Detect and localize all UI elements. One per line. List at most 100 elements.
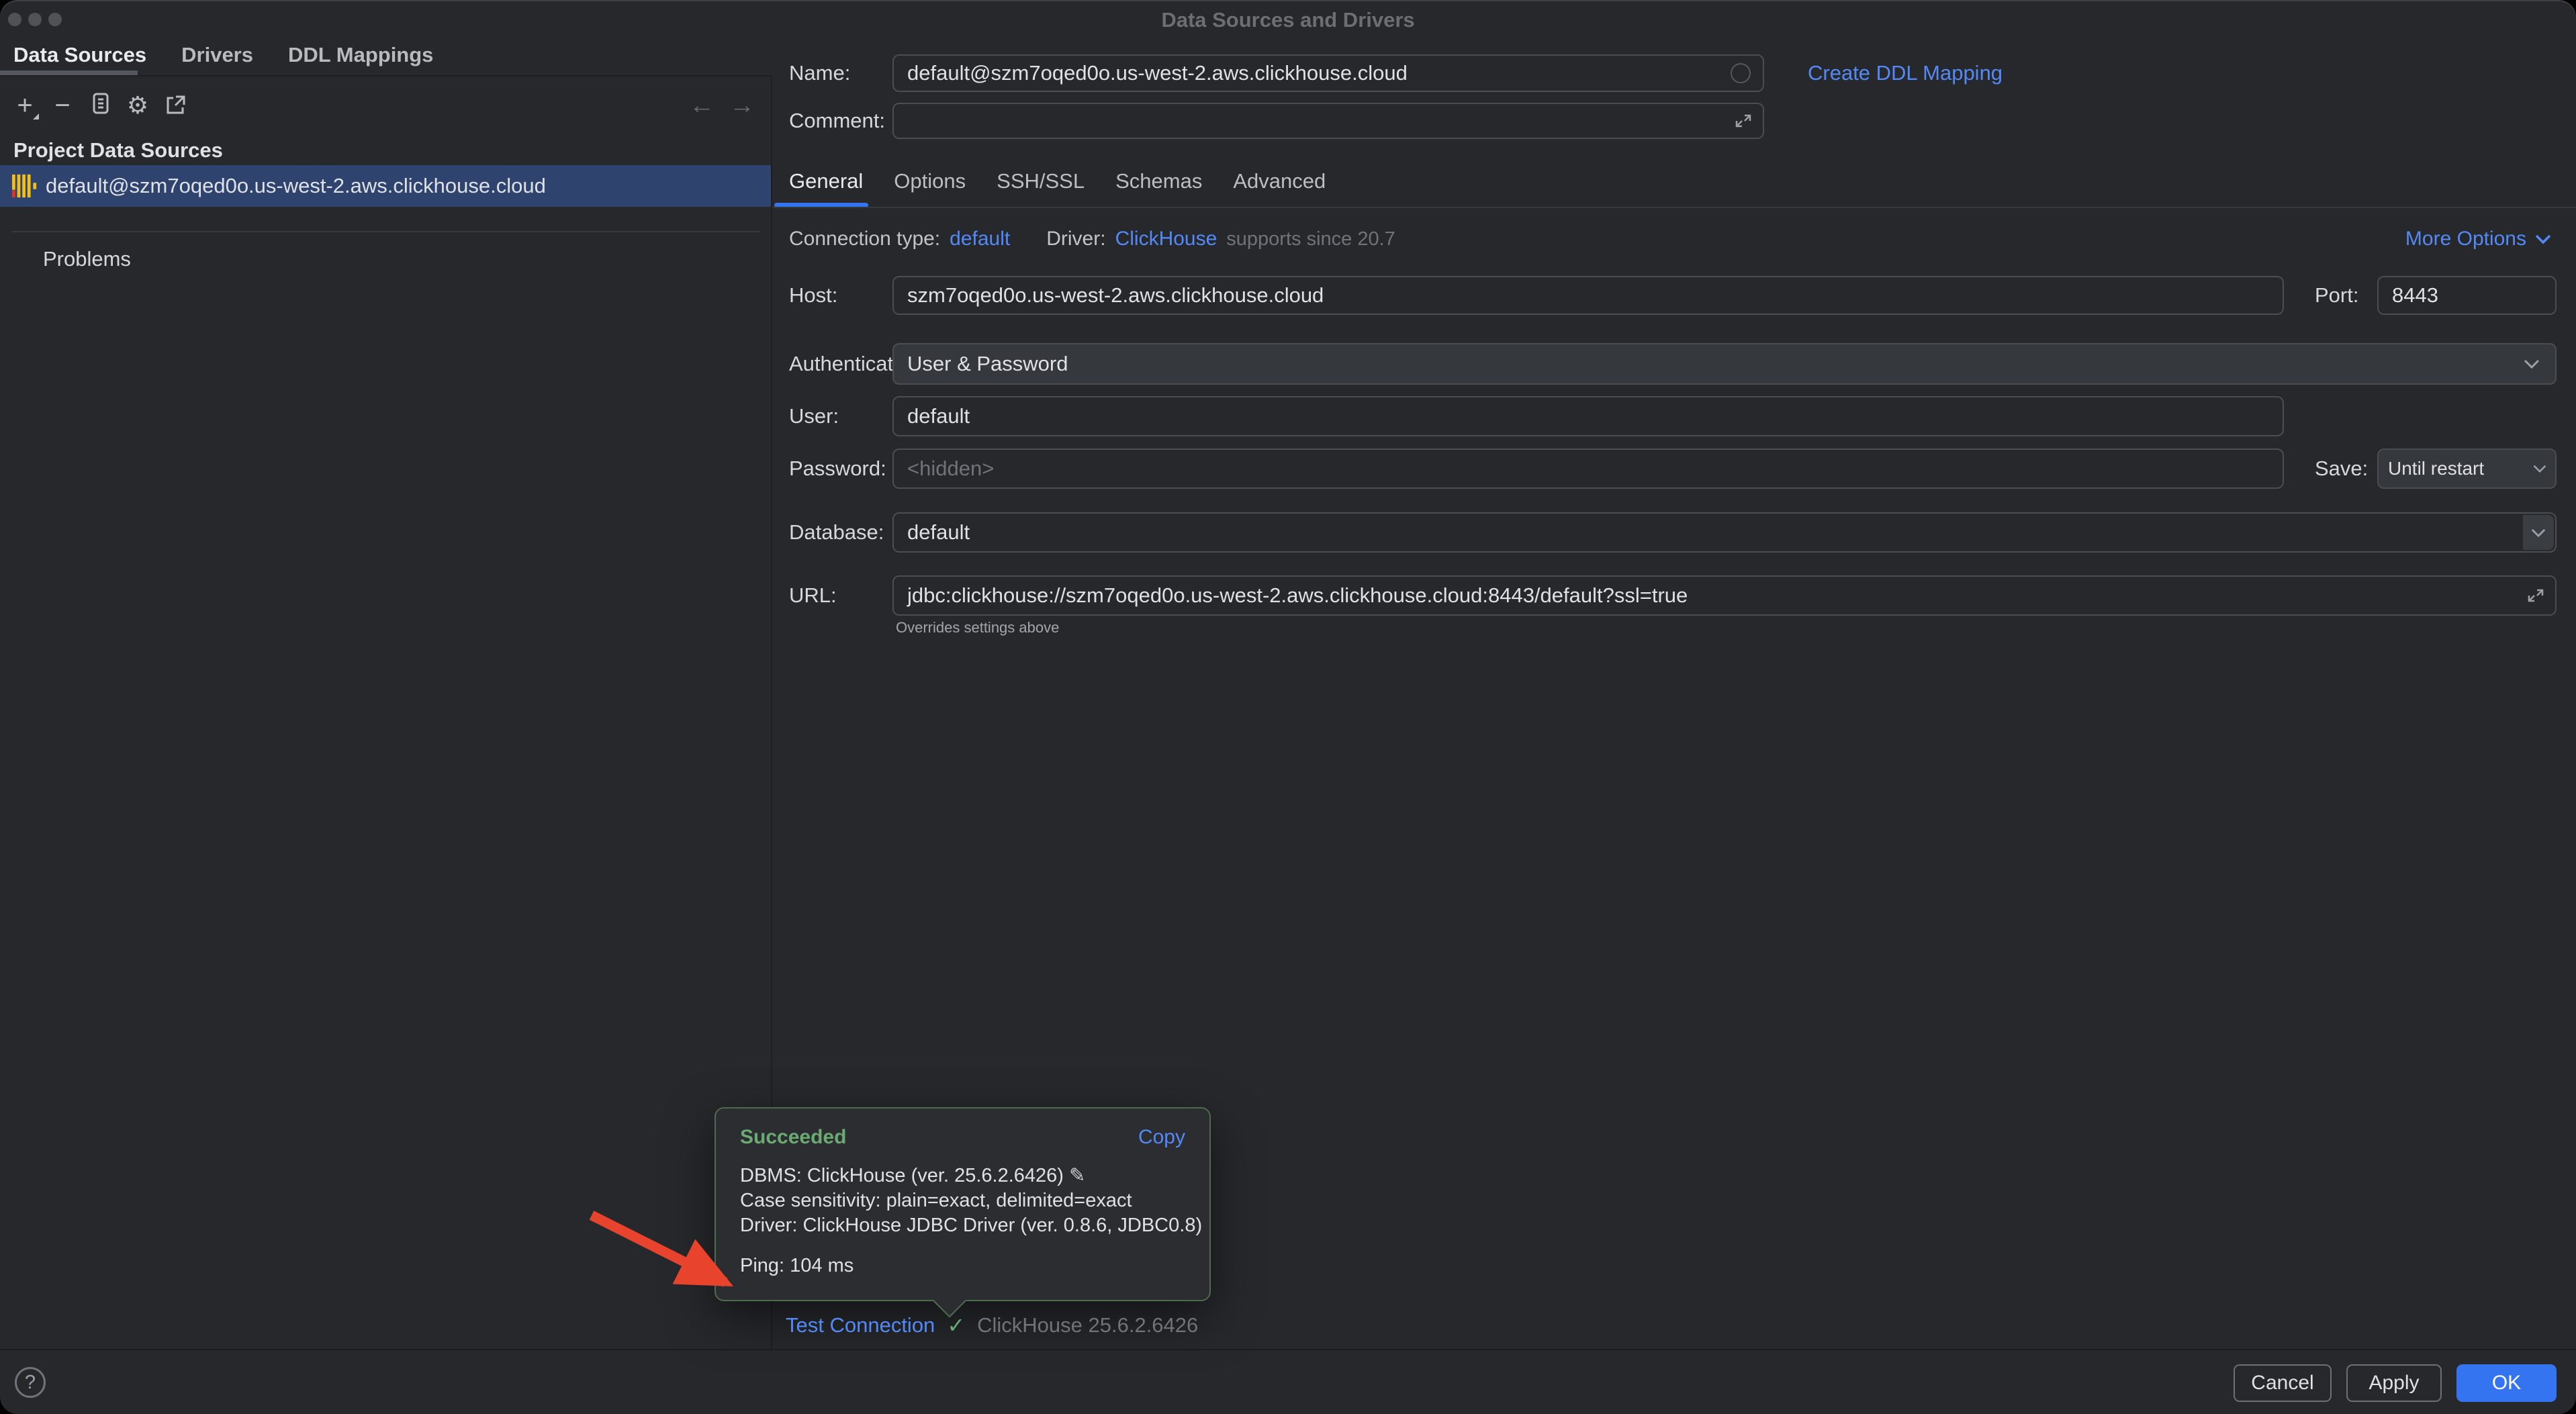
database-value: default bbox=[907, 520, 970, 545]
tab-advanced[interactable]: Advanced bbox=[1233, 169, 1326, 193]
dialog-title: Data Sources and Drivers bbox=[0, 8, 2576, 32]
authentication-value: User & Password bbox=[907, 352, 1068, 376]
left-toolbar: + − ⚙ bbox=[9, 90, 191, 121]
host-value: szm7oqed0o.us-west-2.aws.clickhouse.clou… bbox=[907, 283, 1324, 308]
database-label: Database: bbox=[789, 512, 884, 553]
url-note: Overrides settings above bbox=[896, 619, 1059, 637]
case-sensitivity-line: Case sensitivity: plain=exact, delimited… bbox=[740, 1188, 1202, 1213]
help-icon: ? bbox=[25, 1372, 36, 1394]
tab-options[interactable]: Options bbox=[894, 169, 966, 193]
tab-data-sources[interactable]: Data Sources bbox=[13, 43, 146, 67]
check-icon: ✓ bbox=[947, 1313, 965, 1338]
cancel-button[interactable]: Cancel bbox=[2234, 1364, 2332, 1402]
problems-item[interactable]: Problems bbox=[43, 247, 131, 271]
connection-status: Succeeded bbox=[740, 1126, 846, 1149]
minus-icon: − bbox=[54, 91, 70, 121]
settings-tabs: General Options SSH/SSL Schemas Advanced bbox=[789, 169, 1326, 193]
name-value: default@szm7oqed0o.us-west-2.aws.clickho… bbox=[907, 61, 1408, 85]
tab-schemas[interactable]: Schemas bbox=[1115, 169, 1202, 193]
database-combobox[interactable]: default bbox=[892, 512, 2557, 553]
tab-drivers[interactable]: Drivers bbox=[181, 43, 253, 67]
settings-button[interactable]: ⚙ bbox=[122, 90, 153, 121]
data-source-name: default@szm7oqed0o.us-west-2.aws.clickho… bbox=[46, 174, 546, 198]
gear-icon: ⚙ bbox=[127, 91, 148, 120]
save-label: Save: bbox=[2315, 449, 2368, 489]
forward-button[interactable]: → bbox=[727, 90, 757, 121]
more-options-button[interactable]: More Options bbox=[2405, 226, 2552, 252]
test-connection-row: Test Connection ✓ ClickHouse 25.6.2.6426 bbox=[786, 1311, 1198, 1340]
port-input[interactable]: 8443 bbox=[2377, 276, 2557, 315]
user-value: default bbox=[907, 404, 970, 428]
history-nav: ← → bbox=[686, 90, 757, 121]
clickhouse-icon bbox=[12, 173, 38, 199]
dbms-line: DBMS: ClickHouse (ver. 25.6.2.6426)✎ bbox=[740, 1164, 1202, 1188]
test-connection-result: ClickHouse 25.6.2.6426 bbox=[977, 1313, 1198, 1337]
left-tabs-divider bbox=[0, 75, 772, 77]
password-placeholder: <hidden> bbox=[907, 457, 994, 481]
add-data-source-button[interactable]: + bbox=[9, 90, 40, 121]
host-label: Host: bbox=[789, 276, 837, 315]
footer-divider bbox=[0, 1349, 2576, 1350]
tab-ssh-ssl[interactable]: SSH/SSL bbox=[997, 169, 1085, 193]
remove-data-source-button[interactable]: − bbox=[47, 90, 78, 121]
annotation-arrow bbox=[571, 1195, 792, 1336]
url-input[interactable]: jdbc:clickhouse://szm7oqed0o.us-west-2.a… bbox=[892, 575, 2557, 616]
expand-field-icon[interactable] bbox=[1733, 111, 1753, 131]
chevron-down-icon bbox=[2532, 464, 2547, 473]
chevron-down-icon bbox=[2523, 359, 2540, 369]
connection-type-label: Connection type: bbox=[789, 228, 940, 250]
user-input[interactable]: default bbox=[892, 396, 2284, 436]
copy-link[interactable]: Copy bbox=[1138, 1126, 1185, 1149]
save-value: Until restart bbox=[2388, 458, 2484, 479]
create-ddl-mapping-link[interactable]: Create DDL Mapping bbox=[1808, 54, 2003, 92]
name-progress-ring-icon bbox=[1731, 63, 1751, 83]
port-value: 8443 bbox=[2392, 283, 2438, 308]
forward-arrow-icon: → bbox=[729, 91, 755, 120]
left-panel-tabs: Data Sources Drivers DDL Mappings bbox=[13, 43, 433, 67]
data-sources-dialog: Data Sources and Drivers Data Sources Dr… bbox=[0, 0, 2576, 1414]
driver-link[interactable]: ClickHouse bbox=[1115, 228, 1217, 250]
back-button[interactable]: ← bbox=[686, 90, 717, 121]
back-arrow-icon: ← bbox=[689, 91, 715, 120]
project-data-sources-header: Project Data Sources bbox=[13, 138, 223, 162]
duplicate-button[interactable] bbox=[85, 90, 116, 121]
name-input[interactable]: default@szm7oqed0o.us-west-2.aws.clickho… bbox=[892, 54, 1764, 92]
driver-label: Driver: bbox=[1046, 228, 1105, 250]
data-source-list-item[interactable]: default@szm7oqed0o.us-west-2.aws.clickho… bbox=[0, 165, 772, 207]
connection-meta: Connection type: default Driver: ClickHo… bbox=[789, 226, 1395, 252]
database-dropdown-button[interactable] bbox=[2523, 515, 2554, 550]
chevron-down-icon bbox=[2534, 234, 2552, 244]
test-connection-link[interactable]: Test Connection bbox=[786, 1313, 935, 1337]
driver-note: supports since 20.7 bbox=[1226, 228, 1395, 250]
authentication-select[interactable]: User & Password bbox=[892, 343, 2557, 385]
url-label: URL: bbox=[789, 575, 837, 616]
password-label: Password: bbox=[789, 449, 886, 489]
tab-general[interactable]: General bbox=[789, 169, 863, 193]
tabs-divider bbox=[772, 207, 2576, 208]
comment-input[interactable] bbox=[892, 103, 1764, 139]
open-external-button[interactable] bbox=[160, 90, 191, 121]
port-label: Port: bbox=[2315, 276, 2358, 315]
url-value: jdbc:clickhouse://szm7oqed0o.us-west-2.a… bbox=[907, 583, 1688, 608]
chevron-down-icon bbox=[2530, 528, 2546, 538]
expand-field-icon[interactable] bbox=[2526, 585, 2546, 606]
help-button[interactable]: ? bbox=[15, 1367, 46, 1398]
name-label: Name: bbox=[789, 54, 850, 92]
connection-type-link[interactable]: default bbox=[950, 228, 1010, 250]
driver-line: Driver: ClickHouse JDBC Driver (ver. 0.8… bbox=[740, 1213, 1202, 1238]
ok-button[interactable]: OK bbox=[2456, 1364, 2557, 1402]
comment-label: Comment: bbox=[789, 103, 885, 139]
pencil-icon[interactable]: ✎ bbox=[1069, 1165, 1085, 1186]
list-divider bbox=[12, 231, 760, 232]
duplicate-icon bbox=[89, 93, 111, 118]
password-input[interactable]: <hidden> bbox=[892, 449, 2284, 489]
host-input[interactable]: szm7oqed0o.us-west-2.aws.clickhouse.clou… bbox=[892, 276, 2284, 315]
plus-icon: + bbox=[17, 91, 32, 121]
user-label: User: bbox=[789, 396, 839, 436]
apply-button[interactable]: Apply bbox=[2346, 1364, 2442, 1402]
open-external-icon bbox=[164, 94, 187, 117]
dropdown-triangle-icon bbox=[33, 113, 39, 120]
tab-ddl-mappings[interactable]: DDL Mappings bbox=[288, 43, 433, 67]
save-select[interactable]: Until restart bbox=[2377, 449, 2557, 489]
more-options-label: More Options bbox=[2405, 228, 2526, 250]
